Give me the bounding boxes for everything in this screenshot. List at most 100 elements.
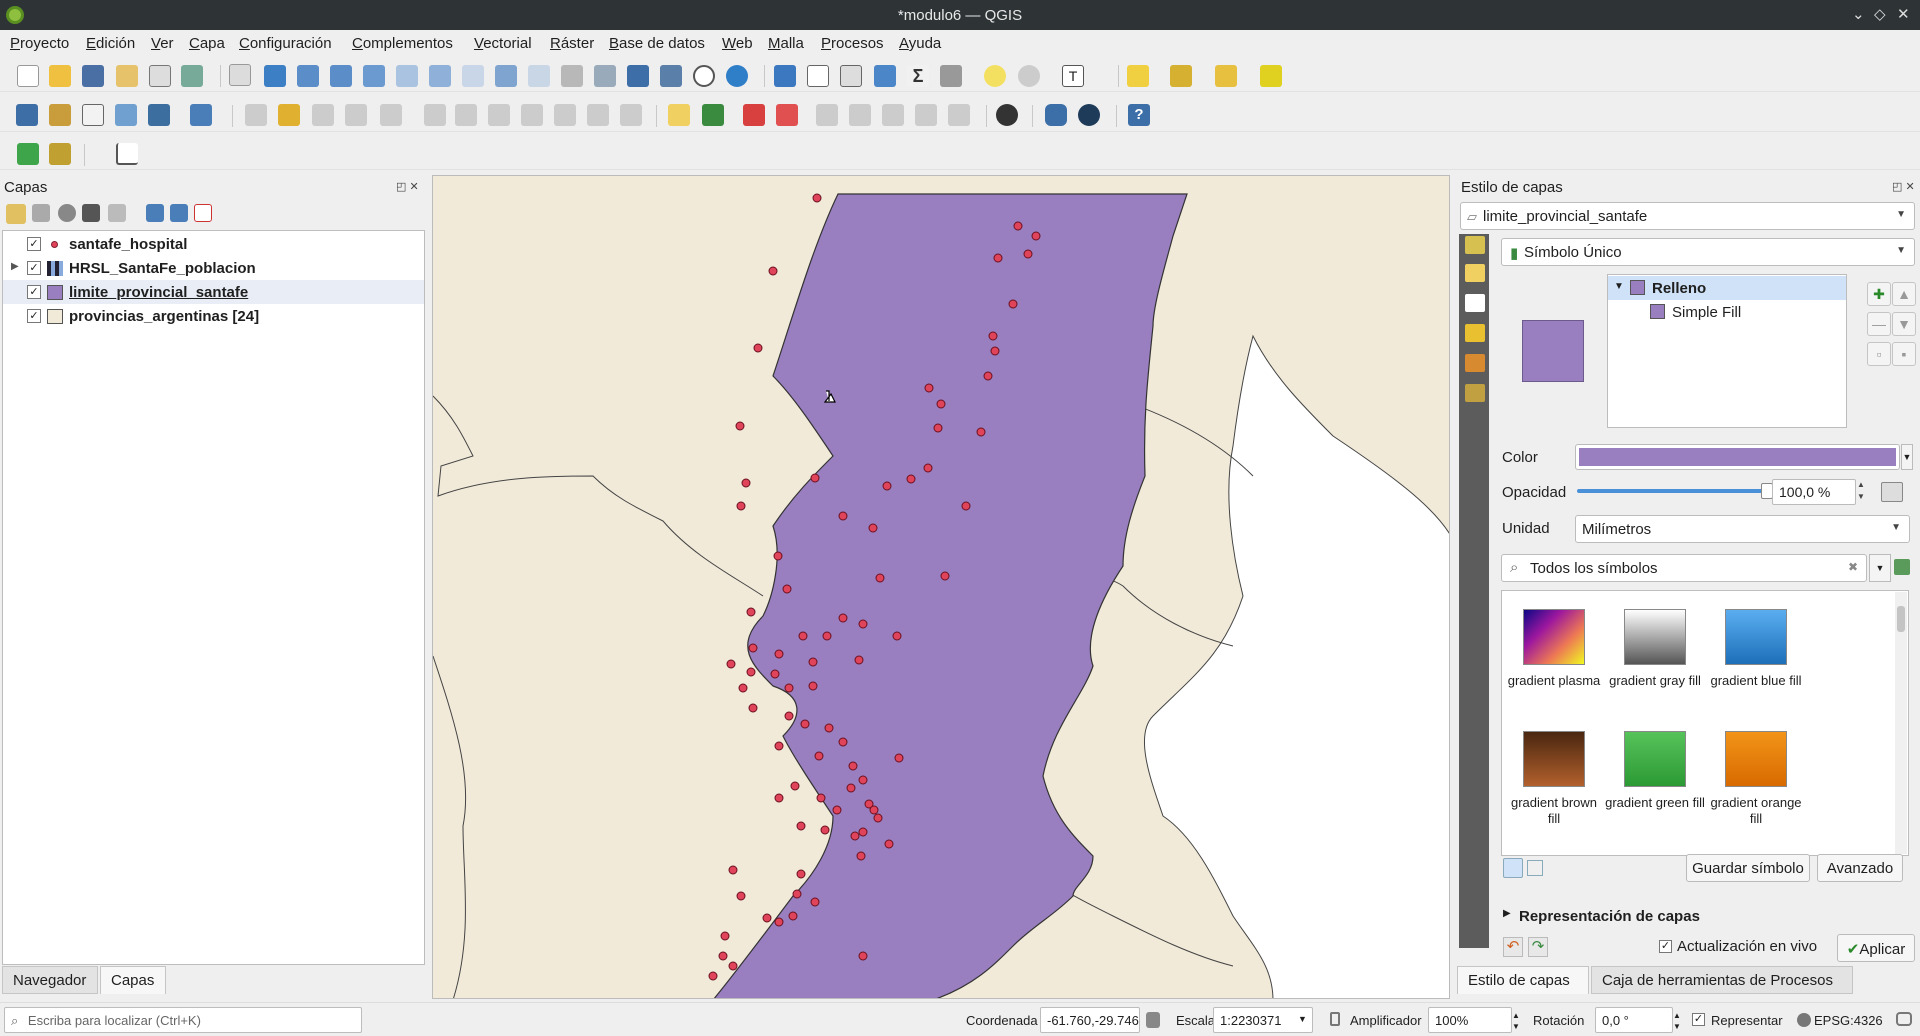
chevron-down-icon[interactable]: ▼ bbox=[1298, 1014, 1307, 1024]
symbol-layer-row[interactable]: ▼ Relleno bbox=[1608, 276, 1846, 300]
vertex-tool-icon[interactable] bbox=[1260, 65, 1282, 87]
select-by-expression-icon[interactable] bbox=[1170, 65, 1192, 87]
style-manager-icon[interactable] bbox=[181, 65, 203, 87]
pin-labels-icon[interactable] bbox=[743, 104, 765, 126]
dock-float-icon[interactable]: ◰ ✕ bbox=[396, 180, 419, 193]
new-geopackage-icon[interactable] bbox=[49, 104, 71, 126]
unit-combo[interactable]: Milímetros ▼ bbox=[1575, 515, 1910, 543]
menu-proyecto[interactable]: Proyecto bbox=[10, 35, 69, 52]
spin-arrows-icon[interactable]: ▲ ▼ bbox=[1855, 479, 1867, 505]
add-group-icon[interactable] bbox=[32, 204, 50, 222]
attribute-table-icon[interactable] bbox=[807, 65, 829, 87]
spin-arrows-icon[interactable]: ▲ ▼ bbox=[1673, 1010, 1681, 1032]
identify-icon[interactable] bbox=[774, 65, 796, 87]
layer-row[interactable]: ▶ ✓ HRSL_SantaFe_poblacion bbox=[3, 256, 424, 280]
locator-input[interactable]: ⌕ Escriba para localizar (Ctrl+K) bbox=[4, 1007, 362, 1033]
tab-navegador[interactable]: Navegador bbox=[2, 966, 98, 994]
pan-to-selection-icon[interactable] bbox=[264, 65, 286, 87]
text-annotation-icon[interactable]: T bbox=[1062, 65, 1084, 87]
add-delimited-icon[interactable] bbox=[115, 104, 137, 126]
layer-row[interactable]: ✓ limite_provincial_santafe bbox=[3, 280, 424, 304]
measure-icon[interactable] bbox=[940, 65, 962, 87]
map-canvas[interactable] bbox=[432, 175, 1450, 999]
coord-toggle-icon[interactable] bbox=[1146, 1012, 1160, 1028]
python-console-icon[interactable] bbox=[1045, 104, 1067, 126]
quick-osm-icon[interactable] bbox=[996, 104, 1018, 126]
help-icon[interactable]: ? bbox=[1128, 104, 1150, 126]
filter-legend-icon[interactable] bbox=[108, 204, 126, 222]
save-symbol-button[interactable]: Guardar símbolo bbox=[1686, 854, 1810, 882]
collapse-all-icon[interactable] bbox=[170, 204, 188, 222]
globe-icon[interactable] bbox=[1078, 104, 1100, 126]
zoom-layer-icon[interactable] bbox=[429, 65, 451, 87]
move-up-button[interactable]: ▲ bbox=[1892, 282, 1916, 306]
undo-icon[interactable]: ↶ bbox=[1503, 937, 1523, 957]
color-dropdown-icon[interactable]: ▼ bbox=[1901, 444, 1913, 470]
processing-search-icon[interactable] bbox=[17, 143, 39, 165]
virtual-layer-icon[interactable] bbox=[190, 104, 212, 126]
layer-checkbox[interactable]: ✓ bbox=[27, 285, 41, 299]
labels-icon[interactable] bbox=[1465, 264, 1485, 282]
profile-tool-icon[interactable] bbox=[116, 143, 138, 165]
layer-checkbox[interactable]: ✓ bbox=[27, 309, 41, 323]
layer-checkbox[interactable]: ✓ bbox=[27, 261, 41, 275]
apply-button[interactable]: ✔Aplicar bbox=[1837, 934, 1915, 962]
symbology-icon[interactable] bbox=[1465, 236, 1485, 254]
masks-icon[interactable] bbox=[1465, 294, 1485, 312]
map-tips-icon[interactable] bbox=[984, 65, 1006, 87]
move-down-button[interactable]: ▼ bbox=[1892, 312, 1916, 336]
menu-procesos[interactable]: Procesos bbox=[821, 35, 884, 52]
add-raster-icon[interactable] bbox=[148, 104, 170, 126]
collapse-arrow-icon[interactable]: ▶ bbox=[1503, 908, 1511, 919]
diagrams-icon[interactable] bbox=[1465, 354, 1485, 372]
opacity-spinbox[interactable]: 100,0 % bbox=[1772, 479, 1856, 505]
layer-row[interactable]: ✓ santafe_hospital bbox=[3, 232, 424, 256]
data-source-manager-icon[interactable] bbox=[16, 104, 38, 126]
lock-scale-icon[interactable] bbox=[1330, 1012, 1340, 1026]
crs-globe-icon[interactable] bbox=[1797, 1013, 1811, 1027]
opacity-slider[interactable] bbox=[1577, 489, 1772, 493]
layer-style-icon[interactable] bbox=[6, 204, 26, 224]
layer-rendering-header[interactable]: Representación de capas bbox=[1519, 908, 1700, 925]
tab-capas[interactable]: Capas bbox=[100, 966, 166, 994]
list-view-icon[interactable] bbox=[1527, 860, 1543, 876]
3d-view-icon[interactable] bbox=[1465, 324, 1485, 342]
pan-icon[interactable] bbox=[229, 64, 251, 86]
select-features-icon[interactable] bbox=[1127, 65, 1149, 87]
tag-filter-dropdown-icon[interactable]: ▼ bbox=[1869, 554, 1891, 582]
maximize-icon[interactable]: ◇ bbox=[1874, 5, 1886, 23]
close-icon[interactable]: ✕ bbox=[1897, 5, 1910, 23]
renderer-combo[interactable]: ▮ Símbolo Único ▼ bbox=[1501, 238, 1915, 266]
field-calculator-icon[interactable] bbox=[840, 65, 862, 87]
diagram-tool-icon[interactable] bbox=[702, 104, 724, 126]
zoom-selection-icon[interactable] bbox=[396, 65, 418, 87]
menu-ver[interactable]: Ver bbox=[151, 35, 174, 52]
duplicate-button[interactable]: ▫ bbox=[1867, 342, 1891, 366]
zoom-in-icon[interactable] bbox=[297, 65, 319, 87]
toggle-editing-icon[interactable] bbox=[278, 104, 300, 126]
history-icon[interactable] bbox=[1465, 384, 1485, 402]
scrollbar[interactable] bbox=[1895, 592, 1907, 854]
layer-row[interactable]: ✓ provincias_argentinas [24] bbox=[3, 304, 424, 328]
menu-edicion[interactable]: Edición bbox=[86, 35, 135, 52]
lock-button[interactable]: ▪ bbox=[1892, 342, 1916, 366]
menu-web[interactable]: Web bbox=[722, 35, 753, 52]
new-3d-view-icon[interactable] bbox=[594, 65, 616, 87]
rotation-field[interactable]: 0,0 ° bbox=[1595, 1007, 1673, 1033]
remove-symbol-layer-button[interactable]: — bbox=[1867, 312, 1891, 336]
symbol-swatch[interactable]: gradient orange fill bbox=[1706, 731, 1806, 827]
zoom-last-icon[interactable] bbox=[495, 65, 517, 87]
new-project-icon[interactable] bbox=[17, 65, 39, 87]
spin-arrows-icon[interactable]: ▲ ▼ bbox=[1512, 1010, 1520, 1032]
layer-checkbox[interactable]: ✓ bbox=[27, 237, 41, 251]
symbol-swatch[interactable]: gradient brown fill bbox=[1504, 731, 1604, 827]
bookmark-icon[interactable] bbox=[627, 65, 649, 87]
minimize-icon[interactable]: ⌄ bbox=[1852, 5, 1865, 23]
tab-estilo-capas[interactable]: Estilo de capas bbox=[1457, 966, 1589, 994]
symbol-swatch[interactable]: gradient blue fill bbox=[1706, 609, 1806, 689]
tab-processing-toolbox[interactable]: Caja de herramientas de Procesos bbox=[1591, 966, 1853, 994]
expand-all-icon[interactable] bbox=[146, 204, 164, 222]
menu-malla[interactable]: Malla bbox=[768, 35, 804, 52]
scrollbar-thumb[interactable] bbox=[1897, 606, 1905, 632]
clear-icon[interactable]: ✖ bbox=[1848, 560, 1858, 574]
